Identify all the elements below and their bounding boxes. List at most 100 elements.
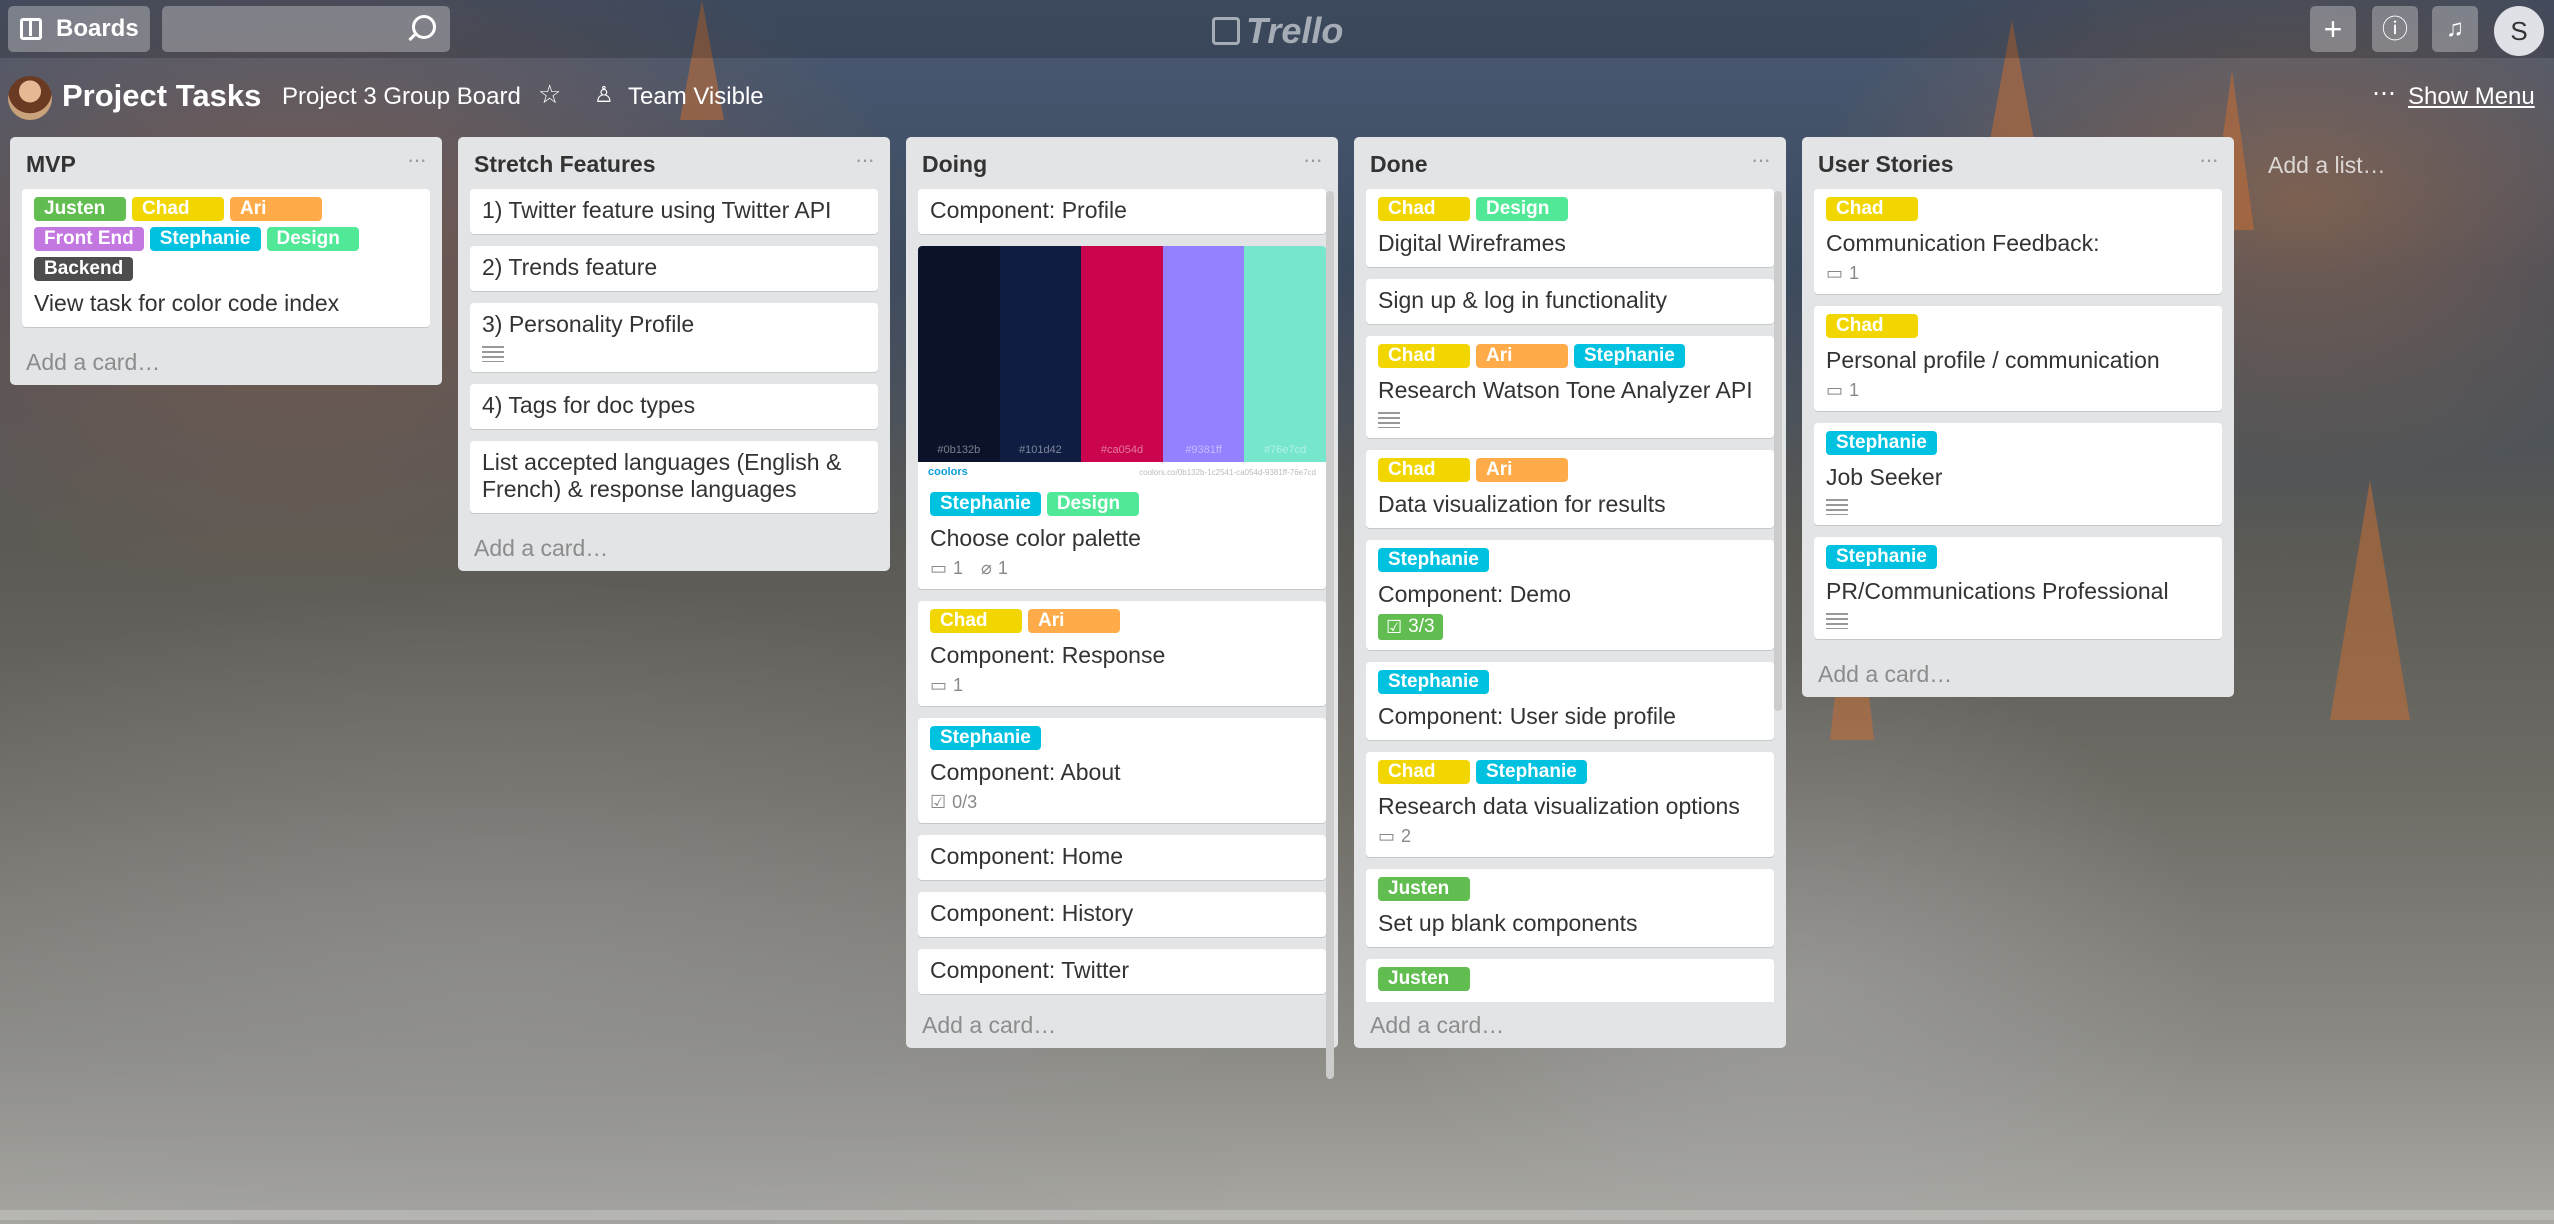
card-label[interactable]: Design — [1046, 492, 1139, 516]
notifications-button[interactable]: ♫ — [2432, 6, 2478, 52]
card[interactable]: Stephanie Component: Demo ☑ 3/3 — [1366, 540, 1774, 650]
card-list: Chad Communication Feedback: ▭ 1 Chad Persona… — [1802, 189, 2234, 639]
card-title: 3) Personality Profile — [482, 311, 695, 337]
card[interactable]: Sign up & log in functionality — [1366, 279, 1774, 324]
board-avatar[interactable] — [8, 76, 52, 120]
card-label[interactable]: Justen — [1378, 877, 1470, 901]
card[interactable]: Justen Chad Ari Front End Stephanie Design Bac… — [22, 189, 430, 327]
star-icon[interactable]: ☆ — [538, 79, 561, 110]
list-scrollbar[interactable] — [1326, 191, 1334, 1079]
list-title[interactable]: Doing — [922, 151, 987, 178]
card[interactable]: 4) Tags for doc types — [470, 384, 878, 429]
card-label[interactable]: Ari — [1476, 458, 1568, 482]
card-label[interactable]: Ari — [1028, 609, 1120, 633]
card[interactable]: Chad Ari Stephanie Research Watson Tone Ana… — [1366, 336, 1774, 438]
card-title: List accepted languages (English & Frenc… — [482, 449, 842, 502]
add-card-button[interactable]: Add a card… — [1802, 651, 2234, 697]
description-icon — [1826, 613, 1848, 629]
card-label[interactable]: Chad — [930, 609, 1022, 633]
card-label[interactable]: Chad — [1378, 197, 1470, 221]
card-label[interactable]: Ari — [1476, 344, 1568, 368]
list-title[interactable]: Done — [1370, 151, 1428, 178]
card-title: Component: About — [930, 759, 1121, 785]
card[interactable]: Justen Set up auth — [1366, 959, 1774, 1002]
card-label[interactable]: Chad — [1378, 760, 1470, 784]
list-menu-icon[interactable]: ··· — [1303, 147, 1323, 173]
horizontal-scrollbar[interactable] — [0, 1210, 2554, 1220]
card-label[interactable]: Stephanie — [1476, 760, 1587, 784]
card-label[interactable]: Chad — [1826, 314, 1918, 338]
card[interactable]: Stephanie PR/Communications Professional — [1814, 537, 2222, 639]
card-label[interactable]: Design — [1476, 197, 1568, 221]
add-card-button[interactable]: Add a card… — [906, 1002, 1338, 1048]
boards-button[interactable]: Boards — [8, 6, 150, 52]
card-label[interactable]: Chad — [1378, 344, 1470, 368]
search-input[interactable] — [162, 6, 450, 52]
card[interactable]: Stephanie Component: About ☑ 0/3 — [918, 718, 1326, 823]
list-header: Doing ··· — [906, 137, 1338, 189]
card[interactable]: Stephanie Component: User side profile — [1366, 662, 1774, 740]
card-label[interactable]: Stephanie — [1378, 548, 1489, 572]
card[interactable]: Component: History — [918, 892, 1326, 937]
list-menu-icon[interactable]: ··· — [2199, 147, 2219, 173]
card-label[interactable]: Stephanie — [930, 726, 1041, 750]
card[interactable]: 1) Twitter feature using Twitter API — [470, 189, 878, 234]
card[interactable]: #0b132b #101d42 #ca054d #9381ff #76e7cd coolo… — [918, 246, 1326, 589]
card[interactable]: Component: Home — [918, 835, 1326, 880]
card-label[interactable]: Stephanie — [1574, 344, 1685, 368]
add-card-button[interactable]: Add a card… — [1354, 1002, 1786, 1048]
list-done: Done ··· Chad Design Digital Wireframes Sign … — [1354, 137, 1786, 1048]
list-title[interactable]: Stretch Features — [474, 151, 656, 178]
card[interactable]: Justen Set up blank components — [1366, 869, 1774, 947]
card-label[interactable]: Justen — [1378, 967, 1470, 991]
card-label[interactable]: Chad — [1378, 458, 1470, 482]
card[interactable]: List accepted languages (English & Frenc… — [470, 441, 878, 513]
user-avatar[interactable]: S — [2494, 6, 2544, 56]
board-name[interactable]: Project 3 Group Board — [282, 83, 521, 111]
card[interactable]: 2) Trends feature — [470, 246, 878, 291]
list-menu-icon[interactable]: ··· — [407, 147, 427, 173]
card-label[interactable]: Chad — [1826, 197, 1918, 221]
info-button[interactable]: ⓘ — [2372, 6, 2418, 52]
show-menu-link[interactable]: Show Menu — [2408, 83, 2535, 111]
board-title[interactable]: Project Tasks — [62, 78, 261, 114]
card[interactable]: Chad Stephanie Research data visualization… — [1366, 752, 1774, 857]
list-scrollbar[interactable] — [1774, 191, 1782, 711]
add-card-button[interactable]: Add a card… — [458, 525, 890, 571]
card-label[interactable]: Front End — [34, 227, 144, 251]
create-button[interactable]: + — [2310, 6, 2356, 52]
list-menu-icon[interactable]: ··· — [855, 147, 875, 173]
list-header: Done ··· — [1354, 137, 1786, 189]
card-label[interactable]: Stephanie — [1826, 431, 1937, 455]
card[interactable]: Chad Ari Component: Response ▭ 1 — [918, 601, 1326, 706]
more-icon[interactable]: ⋯ — [2372, 79, 2396, 108]
list-stretch-features: Stretch Features ··· 1) Twitter feature us… — [458, 137, 890, 571]
card-labels: Stephanie — [1378, 670, 1762, 700]
card[interactable]: Chad Communication Feedback: ▭ 1 — [1814, 189, 2222, 294]
team-visibility-button[interactable]: Team Visible — [628, 83, 764, 111]
card[interactable]: Chad Personal profile / communication ▭ 1 — [1814, 306, 2222, 411]
add-list-button[interactable]: Add a list… — [2268, 152, 2386, 179]
card[interactable]: Component: Profile — [918, 189, 1326, 234]
list-title[interactable]: MVP — [26, 151, 76, 178]
card-label[interactable]: Design — [266, 227, 359, 251]
card[interactable]: Chad Ari Data visualization for results — [1366, 450, 1774, 528]
trello-logo[interactable]: Trello — [1212, 10, 1343, 52]
card-label[interactable]: Backend — [34, 257, 134, 281]
card[interactable]: Stephanie Job Seeker — [1814, 423, 2222, 525]
card[interactable]: Chad Design Digital Wireframes — [1366, 189, 1774, 267]
card-label[interactable]: Stephanie — [930, 492, 1041, 516]
card[interactable]: 3) Personality Profile — [470, 303, 878, 372]
card-label[interactable]: Chad — [132, 197, 224, 221]
list-title[interactable]: User Stories — [1818, 151, 1954, 178]
card-label[interactable]: Justen — [34, 197, 126, 221]
list-menu-icon[interactable]: ··· — [1751, 147, 1771, 173]
card-label[interactable]: Stephanie — [1378, 670, 1489, 694]
card-label[interactable]: Stephanie — [149, 227, 261, 251]
card-label[interactable]: Ari — [230, 197, 322, 221]
card-label[interactable]: Stephanie — [1826, 545, 1937, 569]
add-card-button[interactable]: Add a card… — [10, 339, 442, 385]
card[interactable]: Component: Twitter — [918, 949, 1326, 994]
palette-swatch: #ca054d — [1081, 246, 1163, 462]
card-badges: ▭ 1 — [1826, 263, 2210, 284]
